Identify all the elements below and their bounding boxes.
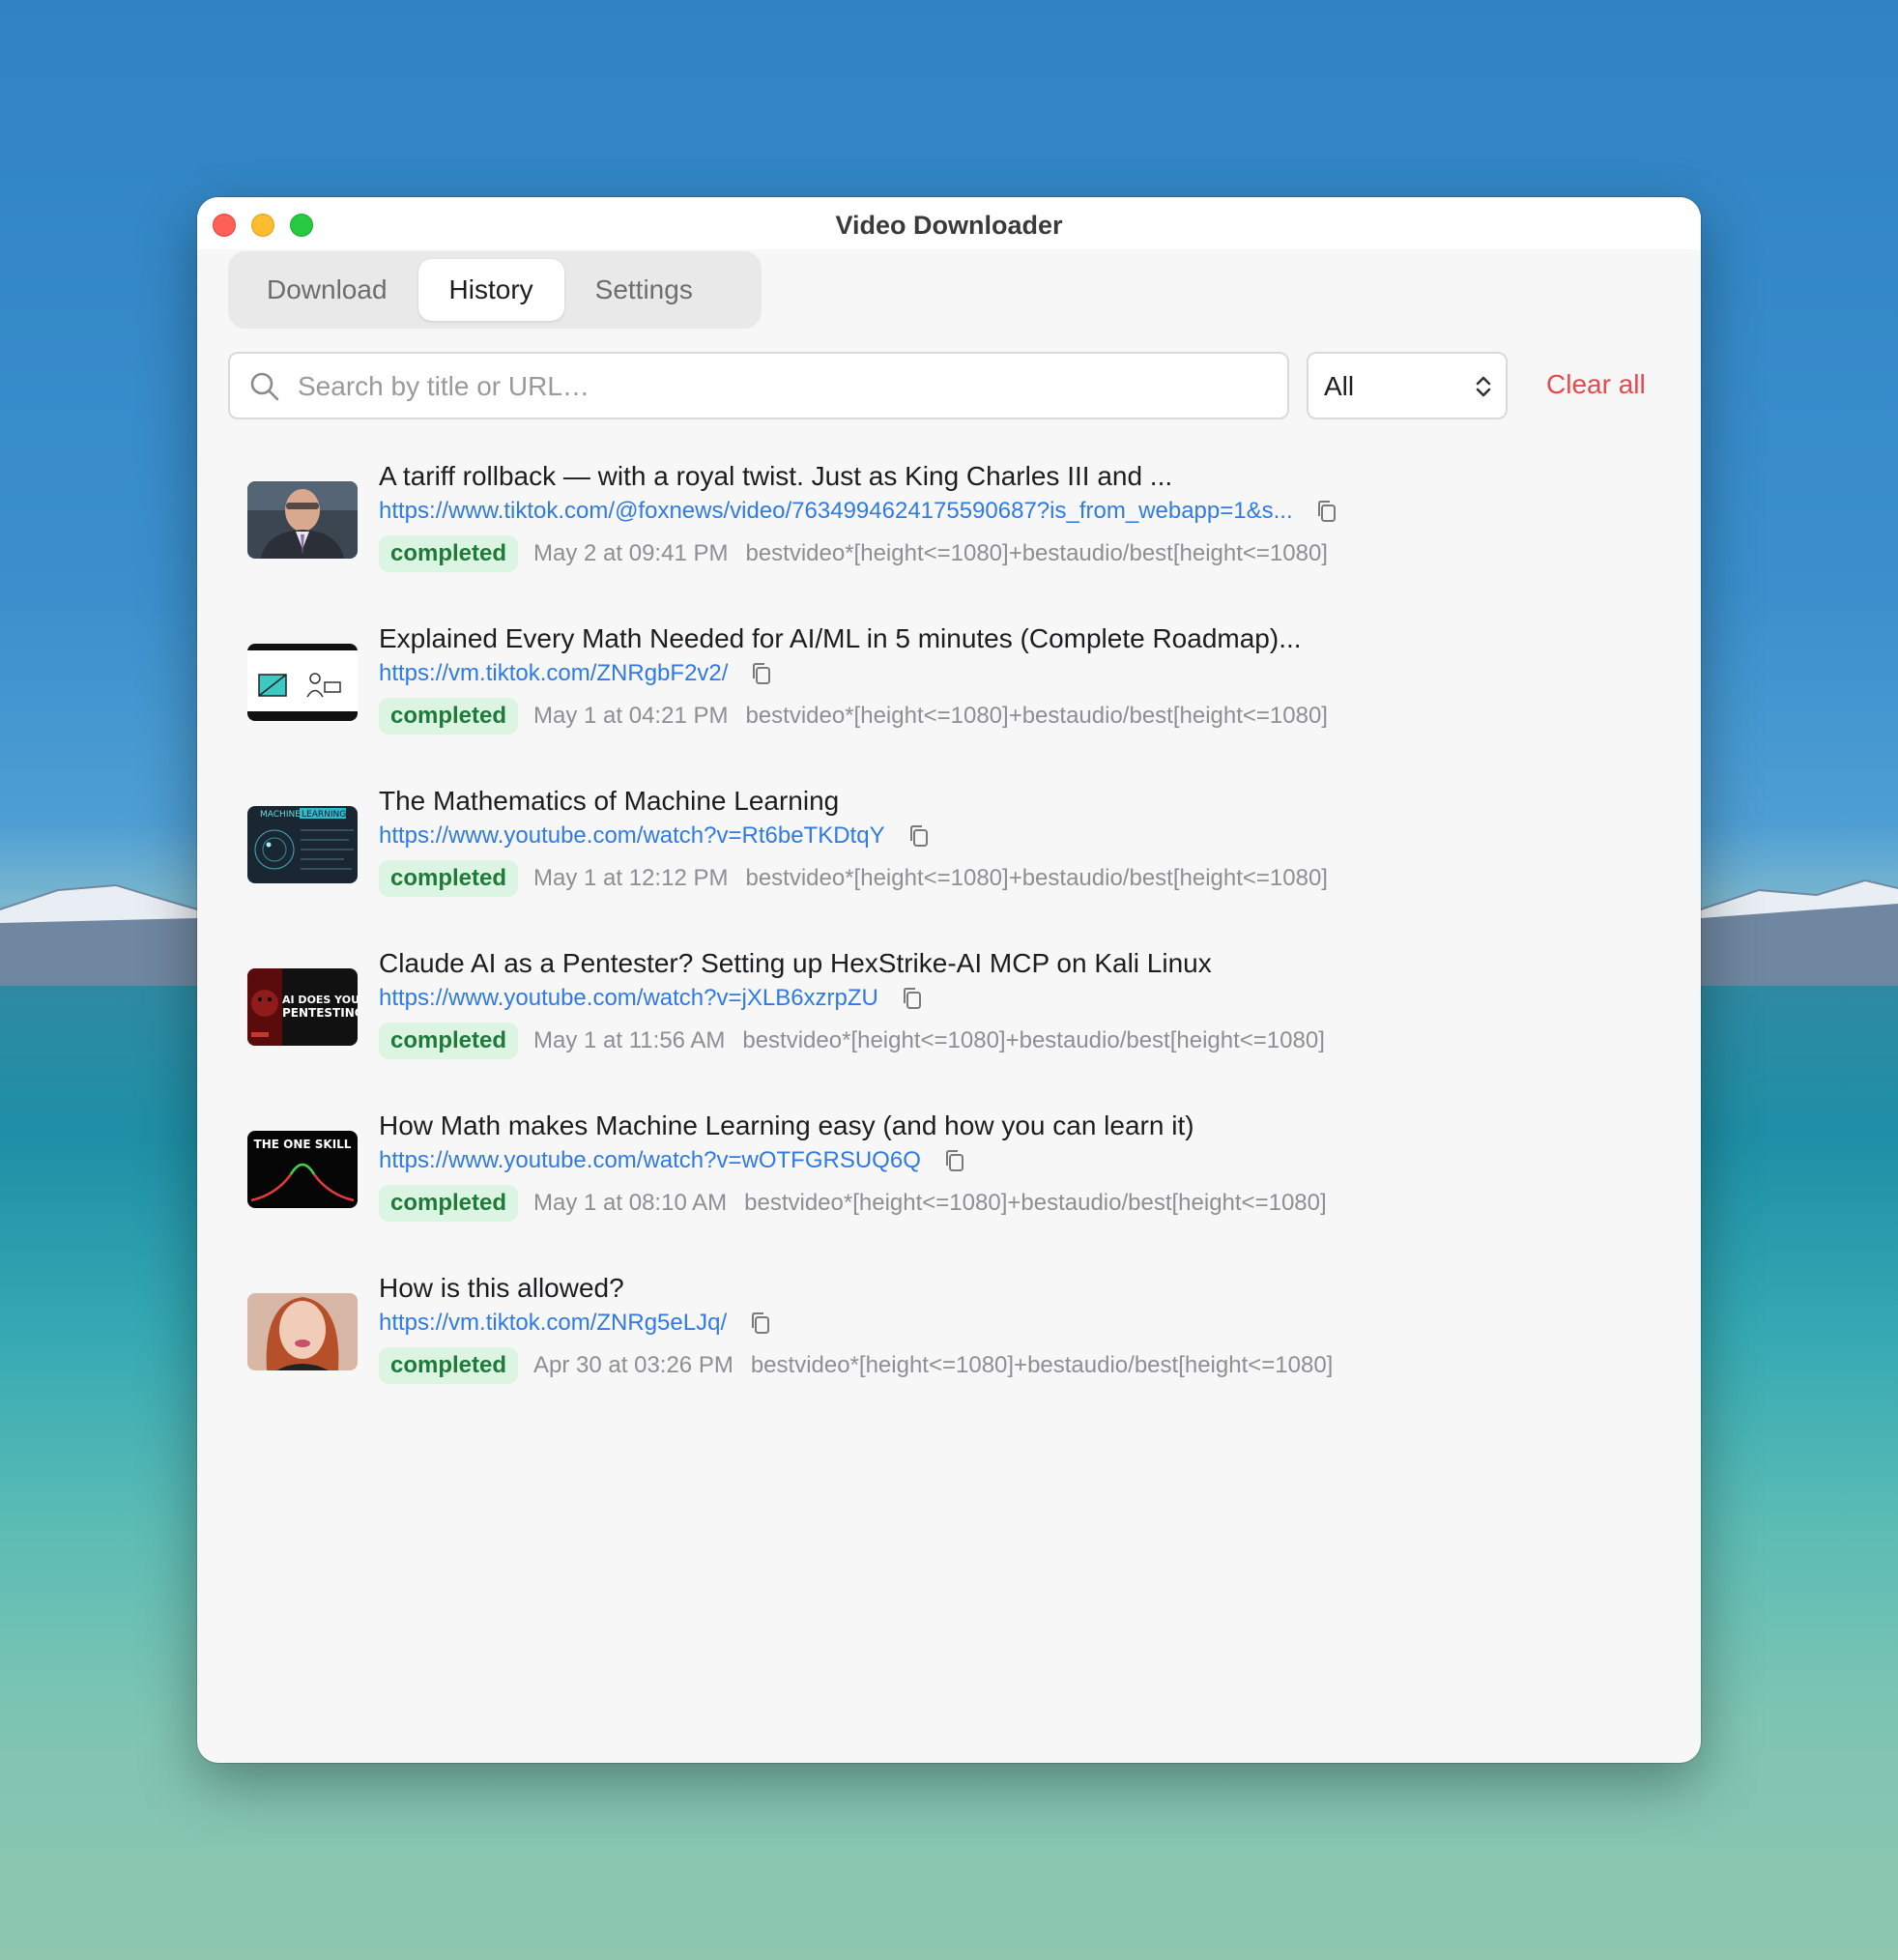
tab-history[interactable]: History [417, 259, 564, 321]
thumb-text-machine: MACHINE [260, 810, 301, 820]
video-thumbnail[interactable] [247, 481, 358, 559]
status-badge: completed [379, 1185, 519, 1222]
clear-all-button[interactable]: Clear all [1546, 369, 1646, 400]
tab-bar: Download History Settings [228, 251, 762, 329]
copy-icon[interactable] [748, 1311, 773, 1336]
filter-value: All [1324, 371, 1355, 401]
copy-icon[interactable] [942, 1148, 967, 1173]
video-title: How Math makes Machine Learning easy (an… [379, 1110, 1194, 1140]
status-badge: completed [379, 535, 519, 572]
video-title: How is this allowed? [379, 1273, 624, 1303]
history-item: Explained Every Math Needed for AI/ML in… [247, 620, 1678, 783]
video-url-link[interactable]: https://www.tiktok.com/@foxnews/video/76… [379, 495, 1293, 528]
format-string: bestvideo*[height<=1080]+bestaudio/best[… [750, 1352, 1334, 1378]
tab-download[interactable]: Download [236, 259, 418, 321]
copy-icon[interactable] [906, 823, 932, 849]
copy-icon[interactable] [1314, 499, 1339, 524]
search-box [228, 352, 1289, 419]
copy-icon[interactable] [749, 661, 774, 686]
format-string: bestvideo*[height<=1080]+bestaudio/best[… [745, 865, 1328, 891]
search-input[interactable] [296, 354, 1276, 419]
video-thumbnail[interactable]: THE ONE SKILL [247, 1131, 358, 1208]
video-url-link[interactable]: https://vm.tiktok.com/ZNRgbF2v2/ [379, 657, 728, 690]
app-window: Video Downloader Download History Settin… [197, 197, 1701, 1763]
history-item: MACHINE LEARNING The Mathematics of Mach… [247, 783, 1678, 945]
history-item: How is this allowed? https://vm.tiktok.c… [247, 1270, 1678, 1432]
history-list: A tariff rollback — with a royal twist. … [247, 458, 1678, 1432]
download-date: May 2 at 09:41 PM [533, 540, 729, 566]
video-title: Explained Every Math Needed for AI/ML in… [379, 623, 1302, 653]
download-date: May 1 at 04:21 PM [533, 703, 729, 729]
thumb-text-learning: LEARNING [302, 810, 346, 820]
format-string: bestvideo*[height<=1080]+bestaudio/best[… [742, 1027, 1325, 1053]
video-url-link[interactable]: https://vm.tiktok.com/ZNRg5eLJq/ [379, 1307, 727, 1340]
status-badge: completed [379, 698, 519, 735]
video-thumbnail[interactable] [247, 1293, 358, 1370]
video-title: The Mathematics of Machine Learning [379, 786, 840, 816]
format-string: bestvideo*[height<=1080]+bestaudio/best[… [744, 1190, 1327, 1216]
download-date: May 1 at 08:10 AM [533, 1190, 728, 1216]
search-icon [250, 372, 279, 401]
thumb-text-ai-does: AI DOES YOUR [282, 994, 358, 1006]
status-badge: completed [379, 1023, 519, 1059]
copy-icon[interactable] [900, 986, 925, 1011]
format-string: bestvideo*[height<=1080]+bestaudio/best[… [745, 540, 1328, 566]
status-filter-select[interactable]: All [1307, 352, 1508, 419]
video-thumbnail[interactable]: AI DOES YOUR PENTESTING [247, 968, 358, 1046]
download-date: May 1 at 11:56 AM [533, 1027, 726, 1053]
video-url-link[interactable]: https://www.youtube.com/watch?v=Rt6beTKD… [379, 820, 885, 852]
thumb-text-pentesting: PENTESTING [282, 1006, 358, 1020]
chevron-up-down-icon [1476, 376, 1491, 397]
history-item: THE ONE SKILL How Math makes Machine Lea… [247, 1108, 1678, 1270]
video-url-link[interactable]: https://www.youtube.com/watch?v=jXLB6xzr… [379, 982, 878, 1015]
status-badge: completed [379, 860, 519, 897]
video-thumbnail[interactable] [247, 644, 358, 721]
download-date: Apr 30 at 03:26 PM [533, 1352, 733, 1378]
tab-settings[interactable]: Settings [564, 259, 724, 321]
history-item: A tariff rollback — with a royal twist. … [247, 458, 1678, 620]
video-title: A tariff rollback — with a royal twist. … [379, 461, 1173, 491]
thumb-text-one-skill: THE ONE SKILL [254, 1138, 352, 1151]
status-badge: completed [379, 1347, 519, 1384]
video-title: Claude AI as a Pentester? Setting up Hex… [379, 948, 1212, 978]
download-date: May 1 at 12:12 PM [533, 865, 729, 891]
window-title: Video Downloader [835, 211, 1063, 240]
format-string: bestvideo*[height<=1080]+bestaudio/best[… [745, 703, 1328, 729]
video-thumbnail[interactable]: MACHINE LEARNING [247, 806, 358, 883]
title-bar: Video Downloader [197, 197, 1701, 249]
history-item: AI DOES YOUR PENTESTING Claude AI as a P… [247, 945, 1678, 1108]
video-url-link[interactable]: https://www.youtube.com/watch?v=wOTFGRSU… [379, 1144, 921, 1177]
